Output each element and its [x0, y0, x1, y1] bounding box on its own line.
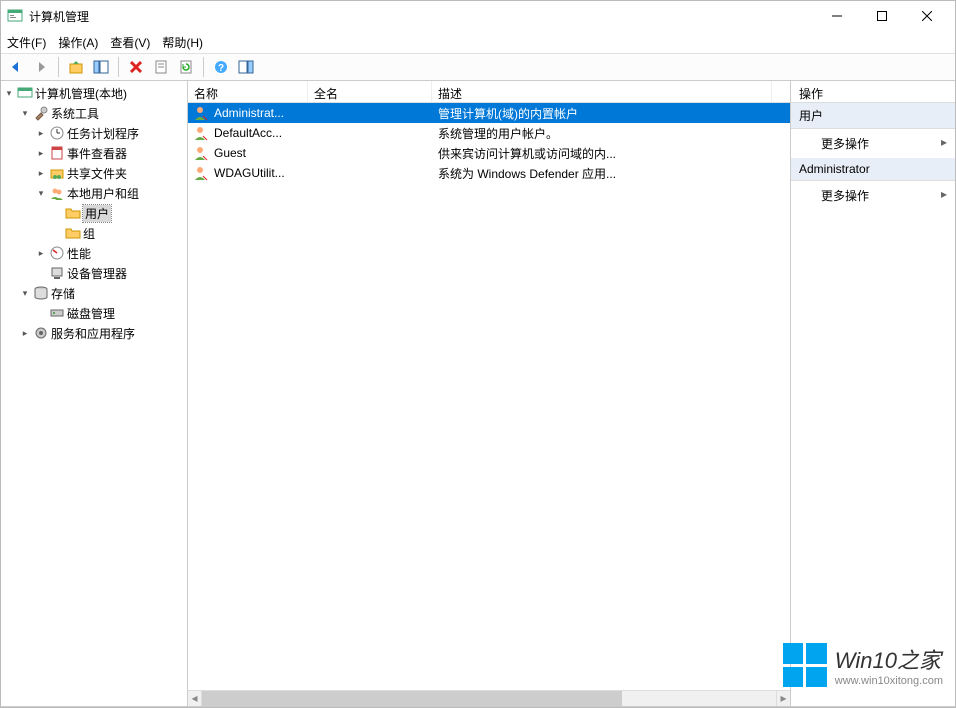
minimize-button[interactable] [814, 2, 859, 30]
watermark-main: Win10之家 [835, 648, 941, 673]
menu-file[interactable]: 文件(F) [7, 34, 46, 51]
cell-description: 系统管理的用户帐户。 [432, 125, 772, 142]
menu-help[interactable]: 帮助(H) [162, 34, 203, 51]
help-button[interactable]: ? [210, 56, 232, 78]
tree-performance[interactable]: ▸性能 [35, 243, 187, 263]
tree-event-viewer[interactable]: ▸事件查看器 [35, 143, 187, 163]
expand-icon[interactable]: ▸ [19, 327, 31, 339]
expand-icon[interactable]: ▾ [3, 87, 15, 99]
disk-icon [49, 305, 65, 321]
tree-pane[interactable]: ▾ 计算机管理(本地) ▾ 系统工具 [1, 81, 188, 706]
list-pane: 名称 全名 描述 Administrat...管理计算机(域)的内置帐户Defa… [188, 81, 791, 706]
menu-view[interactable]: 查看(V) [110, 34, 150, 51]
user-icon [192, 125, 208, 141]
delete-button[interactable] [125, 56, 147, 78]
users-icon [49, 185, 65, 201]
expand-icon[interactable]: ▾ [35, 187, 47, 199]
cell-name: Administrat... [208, 106, 308, 120]
gauge-icon [49, 245, 65, 261]
actions-header: 操作 [791, 81, 955, 103]
expand-icon[interactable]: ▸ [35, 147, 47, 159]
cell-description: 管理计算机(域)的内置帐户 [432, 105, 772, 122]
action-pane-button[interactable] [235, 56, 257, 78]
actions-more-2[interactable]: 更多操作 ▸ [791, 181, 955, 210]
cell-name: WDAGUtilit... [208, 166, 308, 180]
folder-icon [65, 205, 81, 221]
cell-description: 供来宾访问计算机或访问域的内... [432, 145, 772, 162]
forward-button[interactable] [30, 56, 52, 78]
clock-icon [49, 125, 65, 141]
menubar: 文件(F) 操作(A) 查看(V) 帮助(H) [1, 31, 955, 53]
user-icon [192, 105, 208, 121]
watermark: Win10之家 www.win10xitong.com [783, 643, 943, 687]
horizontal-scrollbar[interactable]: ◂ ▸ [188, 690, 790, 706]
app-icon [7, 8, 23, 24]
column-fullname[interactable]: 全名 [308, 81, 432, 102]
tree-system-tools[interactable]: ▾ 系统工具 [19, 103, 187, 123]
device-icon [49, 265, 65, 281]
list-row[interactable]: WDAGUtilit... 系统为 Windows Defender 应用... [188, 163, 790, 183]
list-row[interactable]: Administrat... 管理计算机(域)的内置帐户 [188, 103, 790, 123]
expand-icon[interactable]: ▸ [35, 167, 47, 179]
shared-folder-icon [49, 165, 65, 181]
tree-services-apps[interactable]: ▸服务和应用程序 [19, 323, 187, 343]
tree-shared-folders[interactable]: ▸共享文件夹 [35, 163, 187, 183]
actions-section-users[interactable]: 用户 [791, 103, 955, 129]
expand-icon[interactable]: ▸ [35, 127, 47, 139]
menu-action[interactable]: 操作(A) [58, 34, 98, 51]
actions-pane: 操作 用户 更多操作 ▸ Administrator 更多操作 ▸ [791, 81, 955, 706]
folder-icon [65, 225, 81, 241]
list-body[interactable]: Administrat...管理计算机(域)的内置帐户DefaultAcc...… [188, 103, 790, 690]
titlebar: 计算机管理 [1, 1, 955, 31]
expand-icon[interactable]: ▸ [35, 247, 47, 259]
list-header: 名称 全名 描述 [188, 81, 790, 103]
column-description[interactable]: 描述 [432, 81, 772, 102]
tree-storage[interactable]: ▾存储 [19, 283, 187, 303]
tree-users[interactable]: 用户 [51, 203, 187, 223]
maximize-button[interactable] [859, 2, 904, 30]
up-level-button[interactable] [65, 56, 87, 78]
toolbar: ? [1, 53, 955, 81]
list-row[interactable]: Guest 供来宾访问计算机或访问域的内... [188, 143, 790, 163]
refresh-button[interactable] [175, 56, 197, 78]
cell-name: Guest [208, 146, 308, 160]
svg-text:?: ? [218, 63, 224, 74]
storage-icon [33, 285, 49, 301]
chevron-right-icon: ▸ [941, 187, 947, 201]
actions-more-1[interactable]: 更多操作 ▸ [791, 129, 955, 158]
user-icon [192, 145, 208, 161]
chevron-right-icon: ▸ [941, 135, 947, 149]
expand-icon[interactable]: ▾ [19, 107, 31, 119]
list-row[interactable]: DefaultAcc... 系统管理的用户帐户。 [188, 123, 790, 143]
tree-groups[interactable]: 组 [51, 223, 187, 243]
properties-button[interactable] [150, 56, 172, 78]
cell-description: 系统为 Windows Defender 应用... [432, 165, 772, 182]
user-icon [192, 165, 208, 181]
windows-logo-icon [783, 643, 827, 687]
back-button[interactable] [5, 56, 27, 78]
close-button[interactable] [904, 2, 949, 30]
tree-task-scheduler[interactable]: ▸任务计划程序 [35, 123, 187, 143]
tree-local-users-groups[interactable]: ▾本地用户和组 [35, 183, 187, 203]
tree-device-manager[interactable]: 设备管理器 [35, 263, 187, 283]
show-hide-tree-button[interactable] [90, 56, 112, 78]
cell-name: DefaultAcc... [208, 126, 308, 140]
expand-icon[interactable]: ▾ [19, 287, 31, 299]
tools-icon [33, 105, 49, 121]
column-name[interactable]: 名称 [188, 81, 308, 102]
services-icon [33, 325, 49, 341]
computer-mgmt-icon [17, 85, 33, 101]
tree-disk-management[interactable]: 磁盘管理 [35, 303, 187, 323]
actions-section-administrator[interactable]: Administrator [791, 158, 955, 181]
event-icon [49, 145, 65, 161]
watermark-sub: www.win10xitong.com [835, 675, 943, 687]
window-title: 计算机管理 [29, 8, 814, 25]
tree-root[interactable]: ▾ 计算机管理(本地) [3, 83, 187, 103]
